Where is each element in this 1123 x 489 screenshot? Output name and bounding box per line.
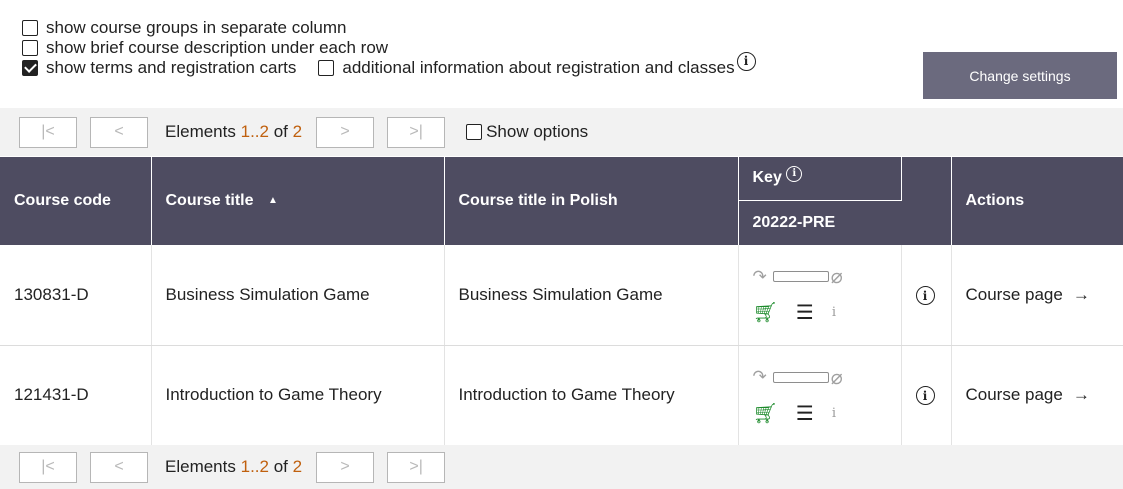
cart-icon[interactable]: 🛒︎ (753, 300, 778, 325)
elements-count: Elements 1..2 of 2 (165, 122, 302, 142)
course-info-icon[interactable]: i (915, 286, 935, 305)
desc-checkbox[interactable] (22, 40, 38, 56)
first-page-button[interactable]: |< (19, 116, 77, 148)
terms-label: show terms and registration carts (46, 58, 297, 77)
pager-top: |< < Elements 1..2 of 2 > >| Show option… (0, 108, 1123, 156)
header-course-code[interactable]: Course code (0, 157, 152, 245)
groups-label: show course groups in separate column (46, 18, 347, 37)
registration-status-icon: ↷ (752, 266, 767, 286)
elements-range: 1..2 (240, 457, 269, 476)
first-page-button[interactable]: |< (19, 451, 77, 483)
elements-total: 2 (292, 457, 303, 476)
info-small-icon[interactable]: i (832, 305, 836, 320)
term-cell: ↷ ⌀ 🛒︎ ☰ i (738, 345, 902, 446)
arrow-right-icon: → (1072, 385, 1090, 404)
course-info-icon[interactable]: i (915, 386, 935, 406)
prev-page-button[interactable]: < (90, 451, 148, 483)
elements-of: of (273, 457, 288, 476)
course-page-link[interactable]: Course page (966, 385, 1063, 404)
arrow-right-icon: → (1072, 284, 1090, 304)
header-course-title[interactable]: Course title ▲ (151, 157, 445, 245)
next-page-button[interactable]: > (316, 451, 375, 483)
show-options-checkbox[interactable] (466, 124, 483, 140)
change-settings-button[interactable]: Change settings (923, 52, 1117, 99)
elements-range: 1..2 (240, 122, 269, 141)
groups-checkbox[interactable] (22, 20, 38, 36)
list-icon[interactable]: ☰ (796, 300, 814, 325)
settings-panel: show course groups in separate column sh… (0, 0, 1123, 108)
additional-checkbox[interactable] (318, 60, 335, 76)
elements-total: 2 (292, 122, 303, 141)
header-info (901, 157, 952, 245)
show-options-toggle[interactable]: Show options (466, 122, 588, 142)
course-title-pl: Business Simulation Game (444, 245, 739, 346)
sort-ascending-icon[interactable]: ▲ (268, 195, 278, 206)
course-code: 121431-D (0, 345, 152, 446)
header-term: 20222-PRE (738, 200, 901, 245)
next-page-button[interactable]: > (316, 116, 375, 148)
setting-row-groups[interactable]: show course groups in separate column (22, 18, 1123, 38)
registration-status-icon: ↷ (752, 367, 767, 386)
last-page-button[interactable]: >| (387, 116, 446, 148)
prev-page-button[interactable]: < (90, 116, 148, 148)
desc-label: show brief course description under each… (46, 38, 389, 57)
info-cell: i (901, 345, 952, 446)
term-cell: ↷ ⌀ 🛒︎ ☰ i (738, 245, 902, 346)
courses-table: Course code Course title ▲ Course title … (0, 157, 1123, 446)
table-row: 121431-D Introduction to Game Theory Int… (0, 345, 1123, 446)
course-title: Business Simulation Game (151, 245, 445, 346)
last-page-button[interactable]: >| (387, 451, 446, 483)
list-icon[interactable]: ☰ (796, 401, 814, 426)
info-cell: i (901, 245, 952, 346)
terms-checkbox[interactable] (22, 60, 38, 76)
show-options-label: Show options (486, 122, 589, 141)
header-actions: Actions (951, 157, 1123, 245)
header-key-label: Key (752, 168, 782, 186)
key-info-icon[interactable]: i (786, 165, 803, 182)
registration-bar (772, 371, 829, 383)
table-row: 130831-D Business Simulation Game Busine… (0, 245, 1123, 346)
actions-cell[interactable]: Course page → (951, 245, 1123, 346)
paperclip-icon[interactable]: ⌀ (831, 264, 843, 289)
info-small-icon[interactable]: i (832, 406, 836, 421)
course-title-pl: Introduction to Game Theory (444, 345, 739, 446)
header-course-title-label: Course title (165, 192, 254, 209)
info-icon[interactable]: i (736, 51, 756, 71)
header-key: Key i (738, 157, 902, 201)
elements-of: of (273, 122, 288, 141)
course-title: Introduction to Game Theory (151, 345, 445, 446)
course-page-link[interactable]: Course page (966, 285, 1063, 304)
elements-count: Elements 1..2 of 2 (165, 457, 302, 477)
pager-bottom: |< < Elements 1..2 of 2 > >| (0, 445, 1123, 489)
paperclip-icon[interactable]: ⌀ (831, 365, 843, 390)
course-code: 130831-D (0, 245, 152, 346)
elements-label: Elements (165, 122, 236, 141)
additional-label: additional information about registratio… (342, 58, 735, 77)
registration-bar (772, 271, 829, 283)
header-course-title-pl[interactable]: Course title in Polish (444, 157, 739, 245)
actions-cell[interactable]: Course page → (951, 345, 1123, 446)
elements-label: Elements (165, 457, 236, 476)
cart-icon[interactable]: 🛒︎ (753, 401, 778, 426)
